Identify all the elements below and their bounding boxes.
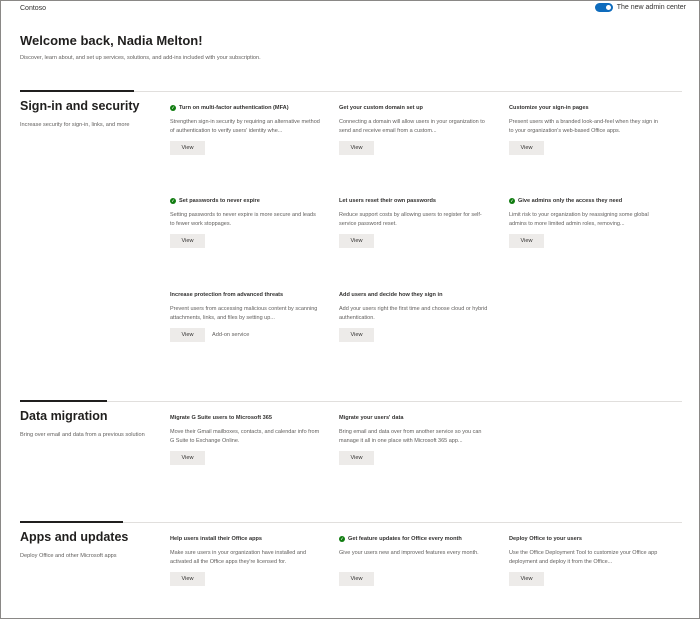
view-button[interactable]: View <box>339 451 374 465</box>
card-description: Give your users new and improved feature… <box>339 550 479 556</box>
section-description: Deploy Office and other Microsoft apps <box>20 553 117 559</box>
card-migrate-data: Migrate your users' data Bring email and… <box>339 414 489 465</box>
card-title: Set passwords to never expire <box>179 198 260 204</box>
card-title-row: Let users reset their own passwords <box>339 197 489 205</box>
card-title-row: ✓ Turn on multi-factor authentication (MF… <box>170 104 320 112</box>
card-title-row: Get your custom domain set up <box>339 104 489 112</box>
card-title: Add users and decide how they sign in <box>339 292 443 298</box>
card-description: Strengthen sign-in security by requiring… <box>170 119 320 134</box>
check-icon: ✓ <box>509 198 515 204</box>
card-description: Use the Office Deployment Tool to custom… <box>509 550 658 565</box>
view-button[interactable]: View <box>509 141 544 155</box>
view-button[interactable]: View <box>170 328 205 342</box>
card-description: Prevent users from accessing malicious c… <box>170 306 318 321</box>
card-description: Present users with a branded look-and-fe… <box>509 119 658 134</box>
card-description: Reduce support costs by allowing users t… <box>339 212 482 227</box>
card-description: Limit risk to your organization by reass… <box>509 212 649 227</box>
card-mfa: ✓ Turn on multi-factor authentication (MF… <box>170 104 320 155</box>
card-title: Give admins only the access they need <box>518 198 623 204</box>
card-title: Increase protection from advanced threat… <box>170 292 284 298</box>
card-description: Add your users right the first time and … <box>339 306 488 321</box>
view-button[interactable]: View <box>509 572 544 586</box>
view-button[interactable]: View <box>339 572 374 586</box>
view-button[interactable]: View <box>170 234 205 248</box>
brand-name: Contoso <box>20 5 47 12</box>
section-accent-bar <box>20 400 107 402</box>
toggle-label: The new admin center <box>616 4 686 11</box>
section-title: Sign-in and security <box>20 99 140 113</box>
card-title-row: Help users install their Office apps <box>170 535 320 543</box>
card-sign-in-pages: Customize your sign-in pages Present use… <box>509 104 659 155</box>
card-title: Customize your sign-in pages <box>509 105 589 111</box>
section-title: Data migration <box>20 409 108 423</box>
card-title-row: ✓ Set passwords to never expire <box>170 197 320 205</box>
section-description: Increase security for sign-in, links, an… <box>20 122 130 128</box>
card-install-office: Help users install their Office apps Mak… <box>170 535 320 586</box>
card-description: Setting passwords to never expire is mor… <box>170 212 316 227</box>
section-title: Apps and updates <box>20 530 129 544</box>
view-button[interactable]: View <box>170 451 205 465</box>
check-icon: ✓ <box>170 105 176 111</box>
card-admin-access: ✓ Give admins only the access they need L… <box>509 197 659 248</box>
section-accent-bar <box>20 521 123 523</box>
section-divider <box>20 401 682 402</box>
check-icon: ✓ <box>170 198 176 204</box>
card-title-row: Migrate G Suite users to Microsoft 365 <box>170 414 320 422</box>
card-title-row: ✓ Give admins only the access they need <box>509 197 659 205</box>
card-password-expire: ✓ Set passwords to never expire Setting p… <box>170 197 320 248</box>
card-title: Deploy Office to your users <box>509 536 583 542</box>
card-custom-domain: Get your custom domain set up Connecting… <box>339 104 489 155</box>
card-title: Get feature updates for Office every mon… <box>348 536 462 542</box>
view-button[interactable]: View <box>170 141 205 155</box>
card-title: Migrate your users' data <box>339 415 404 421</box>
check-icon: ✓ <box>339 536 345 542</box>
card-feature-updates: ✓ Get feature updates for Office every mo… <box>339 535 489 586</box>
new-admin-center-toggle[interactable] <box>594 3 613 12</box>
card-title-row: Customize your sign-in pages <box>509 104 659 112</box>
card-title: Turn on multi-factor authentication (MFA… <box>179 105 289 111</box>
view-button[interactable]: View <box>339 234 374 248</box>
card-title-row: Deploy Office to your users <box>509 535 659 543</box>
section-accent-bar <box>20 90 134 92</box>
page-subtitle: Discover, learn about, and set up servic… <box>20 55 261 61</box>
card-title-row: Increase protection from advanced threat… <box>170 291 320 299</box>
view-button[interactable]: View <box>170 572 205 586</box>
card-migrate-gsuite: Migrate G Suite users to Microsoft 365 M… <box>170 414 320 465</box>
card-title-row: Migrate your users' data <box>339 414 489 422</box>
page-title: Welcome back, Nadia Melton! <box>20 33 203 48</box>
view-button[interactable]: View <box>339 328 374 342</box>
card-add-users: Add users and decide how they sign in Ad… <box>339 291 489 342</box>
section-description: Bring over email and data from a previou… <box>20 432 145 438</box>
card-password-reset: Let users reset their own passwords Redu… <box>339 197 489 248</box>
card-description: Make sure users in your organization hav… <box>170 550 307 565</box>
new-admin-center-toggle-group[interactable]: The new admin center <box>594 3 686 12</box>
card-description: Connecting a domain will allow users in … <box>339 119 485 134</box>
card-description: Bring email and data over from another s… <box>339 429 482 444</box>
view-button[interactable]: View <box>339 141 374 155</box>
card-advanced-threats: Increase protection from advanced threat… <box>170 291 320 342</box>
card-deploy-office: Deploy Office to your users Use the Offi… <box>509 535 659 586</box>
card-title-row: ✓ Get feature updates for Office every mo… <box>339 535 489 543</box>
card-description: Move their Gmail mailboxes, contacts, an… <box>170 429 320 444</box>
card-title-row: Add users and decide how they sign in <box>339 291 489 299</box>
card-title: Help users install their Office apps <box>170 536 263 542</box>
card-title: Get your custom domain set up <box>339 105 423 111</box>
add-on-label: Add-on service <box>212 332 250 338</box>
card-title: Let users reset their own passwords <box>339 198 436 204</box>
view-button[interactable]: View <box>509 234 544 248</box>
card-title: Migrate G Suite users to Microsoft 365 <box>170 415 272 421</box>
